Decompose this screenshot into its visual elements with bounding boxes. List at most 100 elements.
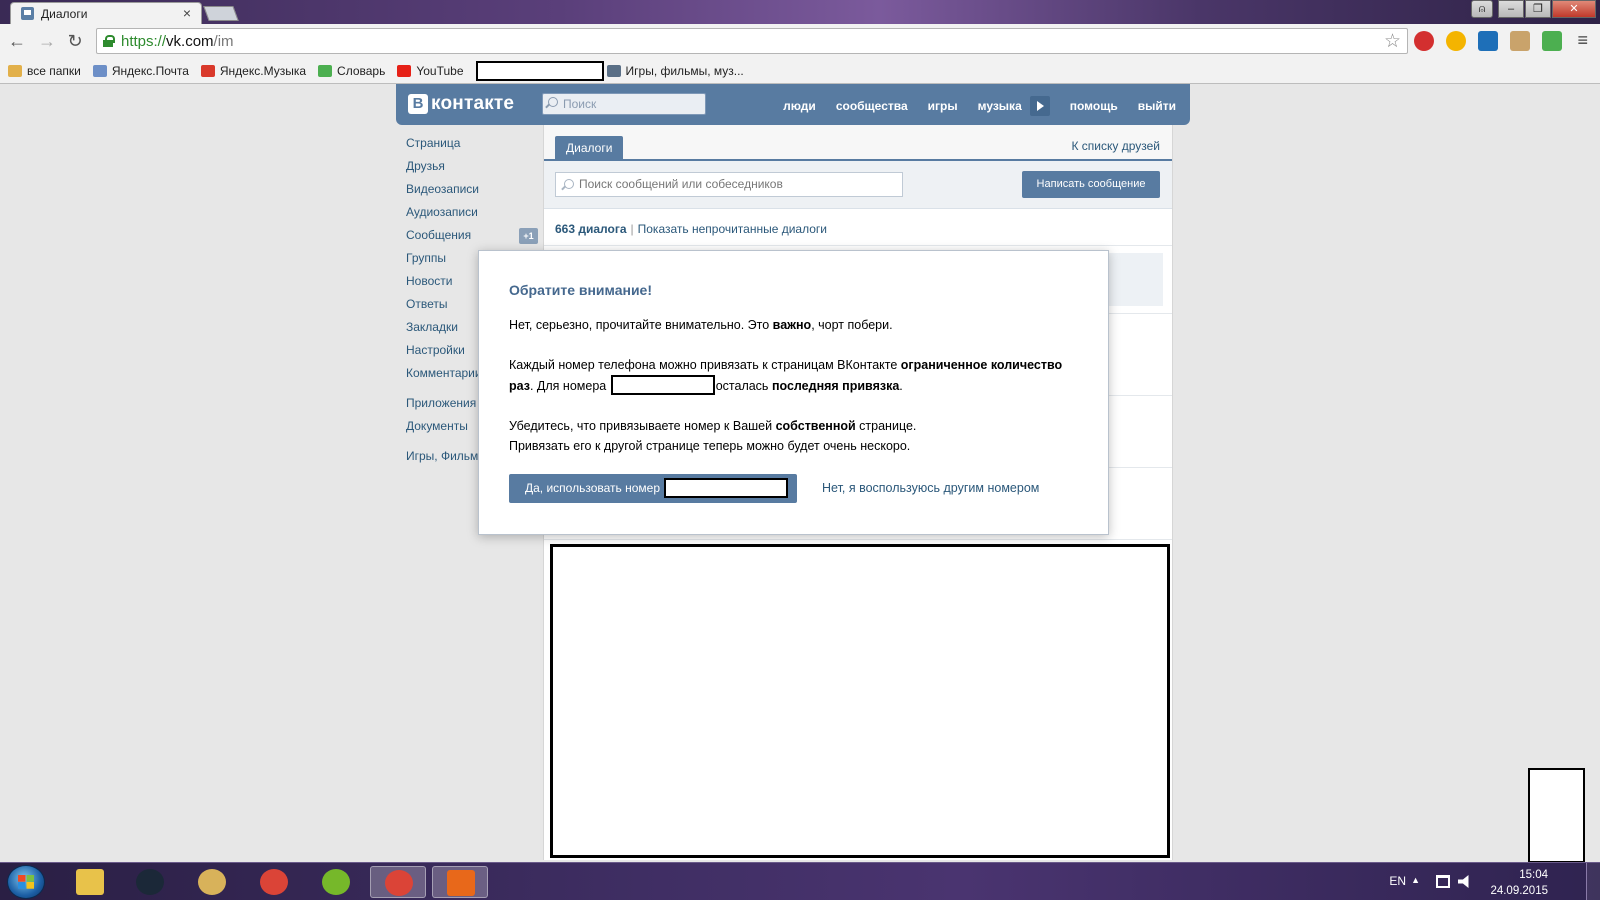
redacted-area-corner xyxy=(1528,768,1585,863)
tray-expand-icon[interactable]: ▲ xyxy=(1411,875,1420,885)
windows-taskbar: EN ▲ 15:04 24.09.2015 xyxy=(0,862,1600,900)
browser-tab-dialogs[interactable]: Диалоги × xyxy=(10,2,202,24)
extension-off-icon[interactable] xyxy=(1510,31,1530,51)
utorrent-icon xyxy=(322,869,350,895)
bookmark-item[interactable]: Игры, фильмы, муз... xyxy=(606,64,744,78)
vk-nav-item[interactable]: помощь xyxy=(1070,99,1118,113)
music-play-icon[interactable] xyxy=(1029,96,1050,116)
bookmark-item[interactable]: Яндекс.Почта xyxy=(92,64,189,78)
vk-header: В контакте Поиск люди сообщества игры музык… xyxy=(396,84,1190,125)
taskbar-steam-button[interactable] xyxy=(122,866,178,898)
extension-icons xyxy=(1414,31,1574,51)
app-flame-icon xyxy=(447,870,475,896)
chrome-active-icon xyxy=(385,870,413,896)
system-tray: EN ▲ 15:04 24.09.2015 xyxy=(1380,863,1600,900)
search-icon xyxy=(564,179,574,189)
steam-icon xyxy=(136,869,164,895)
clock[interactable]: 15:04 24.09.2015 xyxy=(1490,867,1548,899)
bookmark-favicon-icon xyxy=(606,65,621,77)
clock-date: 24.09.2015 xyxy=(1490,885,1548,897)
redacted-phone-number xyxy=(664,478,789,498)
friends-list-link[interactable]: К списку друзей xyxy=(1071,139,1160,153)
minimize-button[interactable]: – xyxy=(1498,0,1524,18)
redacted-area xyxy=(550,544,1170,858)
separator: | xyxy=(630,222,634,236)
profile-icon[interactable]: ⍝ xyxy=(1471,0,1493,18)
fallout-icon xyxy=(198,869,226,895)
phone-warning-dialog: Обратите внимание! Нет, серьезно, прочит… xyxy=(478,250,1109,535)
dialogs-tabs: Диалоги К списку друзей xyxy=(544,125,1172,161)
chrome-menu-icon[interactable]: ≡ xyxy=(1577,30,1588,51)
bookmark-item[interactable]: все папки xyxy=(8,64,81,78)
vk-nav-item[interactable]: люди xyxy=(783,99,816,113)
folder-icon xyxy=(8,65,22,77)
url-text: https://vk.com/im xyxy=(121,33,234,50)
extension-icon[interactable] xyxy=(1446,31,1466,51)
dialog-body: Нет, серьезно, прочитайте внимательно. Э… xyxy=(509,315,1089,476)
vk-nav-item[interactable]: выйти xyxy=(1138,99,1176,113)
start-button[interactable] xyxy=(7,865,45,899)
bookmark-item[interactable]: Словарь xyxy=(318,64,385,78)
browser-toolbar: ← → ↻ https://vk.com/im ☆ ≡ xyxy=(0,24,1600,59)
confirm-use-number-button[interactable]: Да, использовать номер xyxy=(509,474,797,503)
network-icon[interactable] xyxy=(1436,875,1450,888)
search-icon xyxy=(548,97,558,107)
volume-icon[interactable] xyxy=(1458,875,1469,888)
messages-badge: +1 xyxy=(519,228,538,244)
explorer-icon xyxy=(76,869,104,895)
taskbar-utorrent-button[interactable] xyxy=(308,866,364,898)
dialogs-count-row: 663 диалога | Показать непрочитанные диало… xyxy=(544,209,1172,246)
reload-icon[interactable]: ↻ xyxy=(64,30,86,52)
key-extension-icon[interactable] xyxy=(1478,31,1498,51)
taskbar-explorer-button[interactable] xyxy=(62,866,118,898)
bookmark-favicon-icon xyxy=(318,65,333,77)
bookmark-favicon-icon xyxy=(92,65,107,77)
warning-paragraph-3: Убедитесь, что привязываете номер к Ваше… xyxy=(509,419,917,453)
vk-search-input[interactable]: Поиск xyxy=(542,93,706,115)
write-message-button[interactable]: Написать сообщение xyxy=(1022,171,1160,198)
sidebar-item[interactable]: Страница xyxy=(406,132,540,155)
back-arrow-icon[interactable]: ← xyxy=(6,30,28,52)
adblock-extension-icon[interactable] xyxy=(1414,31,1434,51)
tab-title: Диалоги xyxy=(41,7,88,21)
redacted-bookmark xyxy=(475,61,604,81)
bookmark-favicon-icon xyxy=(200,65,215,77)
chrome-icon xyxy=(260,869,288,895)
bookmark-item[interactable]: Яндекс.Музыка xyxy=(200,64,306,78)
use-other-number-link[interactable]: Нет, я воспользуюсь другим номером xyxy=(822,481,1039,495)
taskbar-chrome-button[interactable] xyxy=(246,866,302,898)
sidebar-item[interactable]: Аудиозаписи xyxy=(406,201,540,224)
vk-nav-item[interactable]: игры xyxy=(928,99,958,113)
sidebar-item[interactable]: Видеозаписи xyxy=(406,178,540,201)
tab-close-icon[interactable]: × xyxy=(183,5,191,21)
warning-paragraph-1: Нет, серьезно, прочитайте внимательно. Э… xyxy=(509,318,893,332)
tab-dialogs[interactable]: Диалоги xyxy=(555,136,624,160)
show-unread-link[interactable]: Показать непрочитанные диалоги xyxy=(638,222,827,236)
bookmark-favicon-icon xyxy=(397,65,412,77)
dialogs-search-row: Поиск сообщений или собеседников Написат… xyxy=(544,161,1172,209)
forward-arrow-icon[interactable]: → xyxy=(36,30,58,52)
taskbar-app-flame-button[interactable] xyxy=(432,866,488,898)
vk-logo-icon: В xyxy=(408,94,428,114)
dialog-title: Обратите внимание! xyxy=(509,282,653,298)
language-indicator[interactable]: EN xyxy=(1389,874,1406,888)
vk-nav-item[interactable]: сообщества xyxy=(836,99,908,113)
taskbar-fallout-button[interactable] xyxy=(184,866,240,898)
address-bar[interactable]: https://vk.com/im ☆ xyxy=(96,28,1408,54)
lock-icon xyxy=(103,35,115,47)
new-tab-button[interactable] xyxy=(203,6,239,21)
window-controls: ⍝ – ❐ ✕ xyxy=(1470,0,1596,20)
sidebar-item[interactable]: Друзья xyxy=(406,155,540,178)
close-window-button[interactable]: ✕ xyxy=(1552,0,1596,18)
vk-nav-item[interactable]: музыка xyxy=(978,99,1022,113)
vk-logo[interactable]: В контакте xyxy=(408,93,514,115)
bookmark-star-icon[interactable]: ☆ xyxy=(1384,30,1401,53)
notification-extension-icon[interactable] xyxy=(1542,31,1562,51)
sidebar-item[interactable]: Сообщения +1 xyxy=(406,224,540,247)
bookmark-item[interactable]: YouTube xyxy=(397,64,464,78)
vk-favicon-icon xyxy=(21,7,34,20)
show-desktop-button[interactable] xyxy=(1586,863,1600,900)
message-search-input[interactable]: Поиск сообщений или собеседников xyxy=(555,172,903,197)
restore-button[interactable]: ❐ xyxy=(1525,0,1551,18)
taskbar-chrome-active-button[interactable] xyxy=(370,866,426,898)
